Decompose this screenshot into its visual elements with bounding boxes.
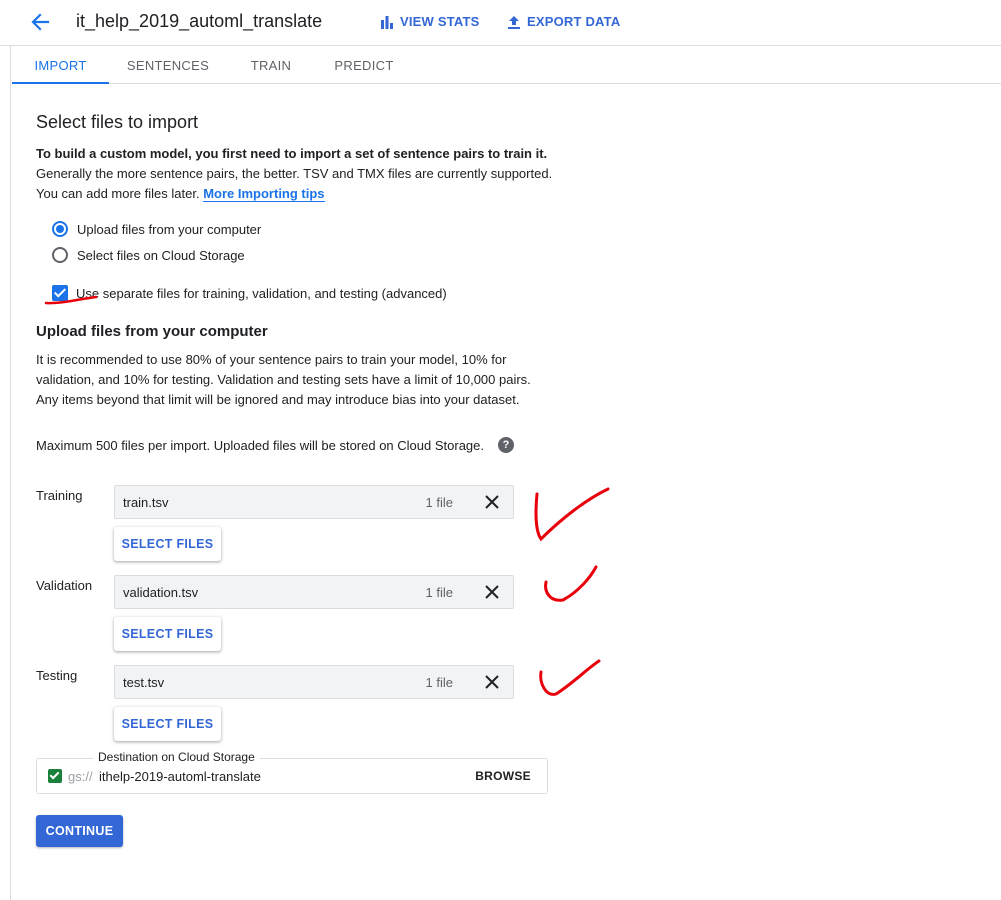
radio-button-selected[interactable] — [52, 221, 68, 237]
training-label: Training — [36, 488, 83, 503]
validation-label: Validation — [36, 578, 93, 593]
checkmark-annotation-training — [534, 487, 610, 542]
destination-legend: Destination on Cloud Storage — [93, 750, 260, 764]
page-title: it_help_2019_automl_translate — [76, 11, 323, 31]
view-stats-label: VIEW STATS — [400, 14, 480, 29]
radio-button[interactable] — [52, 247, 68, 263]
upload-description: It is recommended to use 80% of your sen… — [36, 352, 531, 407]
file-name: test.tsv — [123, 675, 165, 690]
tab-predict[interactable]: PREDICT — [330, 46, 398, 84]
file-count: 1 file — [425, 675, 453, 690]
back-arrow-icon[interactable] — [26, 8, 56, 36]
file-name: validation.tsv — [123, 585, 199, 600]
file-count: 1 file — [425, 585, 453, 600]
tab-sentences[interactable]: SENTENCES — [122, 46, 214, 84]
intro-line-3: You can add more files later. — [36, 186, 200, 201]
upload-icon — [507, 15, 521, 29]
browse-button[interactable]: BROWSE — [475, 769, 531, 783]
radio-select-cloud-storage[interactable]: Select files on Cloud Storage — [52, 247, 245, 263]
testing-label: Testing — [36, 668, 78, 683]
max-files-text: Maximum 500 files per import. Uploaded f… — [36, 437, 484, 453]
radio-label: Select files on Cloud Storage — [77, 247, 245, 263]
gs-prefix: gs:// — [68, 769, 93, 784]
left-divider — [10, 46, 11, 900]
bar-chart-icon — [380, 15, 394, 29]
separate-files-checkbox[interactable] — [52, 285, 68, 301]
intro-bold: To build a custom model, you first need … — [36, 146, 548, 161]
close-icon[interactable] — [483, 583, 501, 601]
checkmark-annotation-testing — [539, 659, 601, 696]
top-bar: it_help_2019_automl_translate VIEW STATS… — [0, 0, 1001, 46]
tab-bar: IMPORT SENTENCES TRAIN PREDICT — [12, 46, 1001, 84]
max-files-note: Maximum 500 files per import. Uploaded f… — [36, 437, 514, 453]
export-data-button[interactable]: EXPORT DATA — [507, 14, 620, 29]
close-icon[interactable] — [483, 493, 501, 511]
check-icon — [48, 769, 62, 783]
intro-text: To build a custom model, you first need … — [36, 144, 596, 204]
checkbox-label: Use separate files for training, validat… — [76, 285, 447, 301]
export-data-label: EXPORT DATA — [527, 14, 621, 29]
testing-file-field[interactable]: test.tsv 1 file — [114, 665, 514, 699]
importing-tips-link[interactable]: More Importing tips — [203, 186, 325, 202]
file-count: 1 file — [425, 495, 453, 510]
close-icon[interactable] — [483, 673, 501, 691]
checkmark-annotation-validation — [544, 565, 598, 602]
training-file-field[interactable]: train.tsv 1 file — [114, 485, 514, 519]
radio-label: Upload files from your computer — [77, 221, 262, 237]
destination-field[interactable]: Destination on Cloud Storage gs:// ithel… — [36, 750, 548, 794]
upload-heading: Upload files from your computer — [36, 323, 268, 340]
intro-line-2: Generally the more sentence pairs, the b… — [36, 166, 553, 181]
section-title: Select files to import — [36, 112, 199, 132]
validation-file-field[interactable]: validation.tsv 1 file — [114, 575, 514, 609]
bucket-name: ithelp-2019-automl-translate — [99, 769, 261, 784]
select-files-training-button[interactable]: SELECT FILES — [114, 527, 221, 561]
file-name: train.tsv — [123, 495, 169, 510]
help-icon[interactable]: ? — [498, 437, 514, 453]
tab-import[interactable]: IMPORT — [12, 46, 109, 84]
tab-train[interactable]: TRAIN — [242, 46, 300, 84]
radio-upload-from-computer[interactable]: Upload files from your computer — [52, 221, 261, 237]
select-files-testing-button[interactable]: SELECT FILES — [114, 707, 221, 741]
view-stats-button[interactable]: VIEW STATS — [380, 14, 480, 29]
continue-button[interactable]: CONTINUE — [36, 815, 123, 847]
separate-files-checkbox-row[interactable]: Use separate files for training, validat… — [52, 285, 447, 301]
select-files-validation-button[interactable]: SELECT FILES — [114, 617, 221, 651]
